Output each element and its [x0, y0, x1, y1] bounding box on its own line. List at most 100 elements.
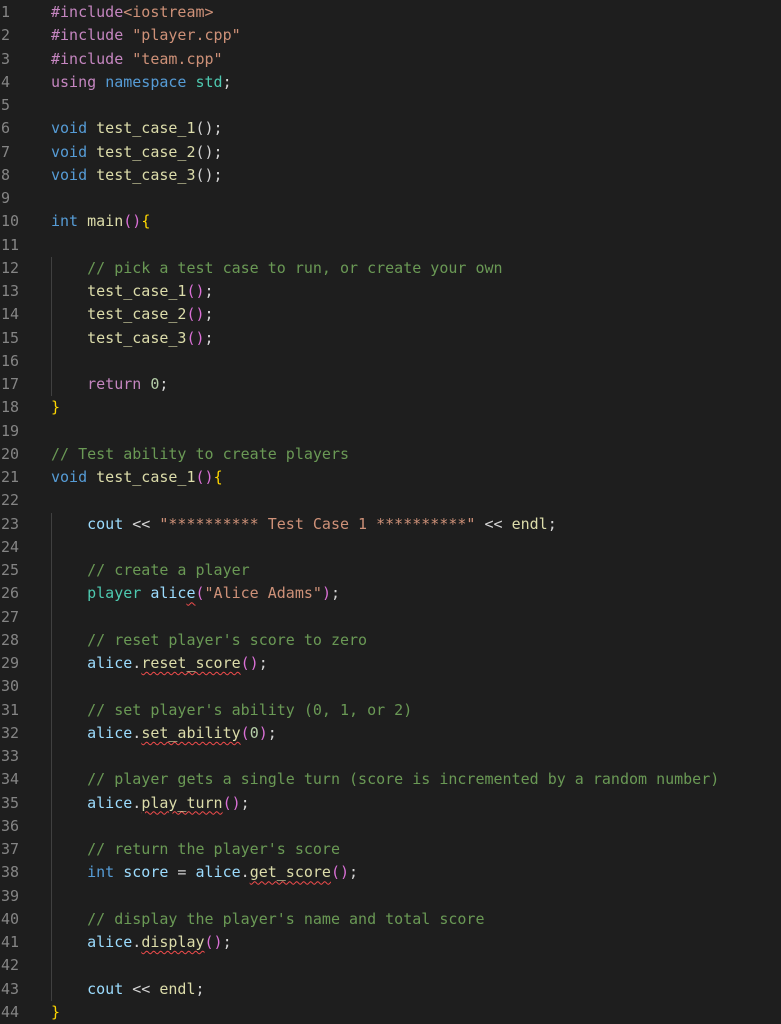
code-line[interactable]: 5	[0, 94, 781, 117]
code-token: int	[87, 863, 115, 882]
code-line[interactable]: 12 // pick a test case to run, or create…	[0, 257, 781, 280]
code-line[interactable]: 9	[0, 187, 781, 210]
code-token: =	[168, 863, 196, 882]
line-code: #include<iostream>	[51, 1, 214, 24]
code-token: ;	[547, 514, 557, 533]
code-line[interactable]: 34 // player gets a single turn (score i…	[0, 768, 781, 791]
code-line[interactable]: 17 return 0;	[0, 373, 781, 396]
code-line[interactable]: 3 #include "team.cpp"	[0, 48, 781, 71]
code-token: // Test ability to create players	[51, 444, 350, 463]
code-token: #include	[51, 26, 124, 45]
code-token: // return the player's score	[87, 840, 340, 858]
code-line[interactable]: 40 // display the player's name and tota…	[0, 908, 781, 931]
code-line[interactable]: 30	[0, 675, 781, 698]
code-line[interactable]: 1 #include<iostream>	[0, 1, 781, 24]
code-token: (	[240, 723, 250, 742]
code-token: ()	[195, 468, 214, 486]
code-token: score	[123, 863, 169, 882]
code-token: ()	[204, 933, 223, 951]
code-line[interactable]: 2 #include "player.cpp"	[0, 24, 781, 47]
line-code: test_case_2();	[51, 303, 213, 326]
code-line[interactable]: 20 // Test ability to create players	[0, 443, 781, 466]
code-line[interactable]: 6 void test_case_1();	[0, 117, 781, 140]
code-line[interactable]: 11	[0, 234, 781, 257]
code-line[interactable]: 16	[0, 350, 781, 373]
line-code: cout << "********** Test Case 1 ********…	[51, 513, 557, 536]
line-code: void test_case_3();	[51, 164, 223, 187]
code-line[interactable]: 44}	[0, 1001, 781, 1024]
code-line[interactable]: 8 void test_case_3();	[0, 164, 781, 187]
code-line[interactable]: 31 // set player's ability (0, 1, or 2)	[0, 699, 781, 722]
code-token: ()	[186, 328, 205, 347]
line-number: 42	[1, 956, 20, 975]
line-code: player alice("Alice Adams");	[51, 582, 340, 605]
code-line[interactable]: 29 alice.reset_score();	[0, 652, 781, 675]
code-line[interactable]: 21 void test_case_1(){	[0, 466, 781, 489]
code-line[interactable]: 22	[0, 489, 781, 512]
error-token: set_ability	[141, 723, 241, 742]
code-token: void	[51, 142, 88, 161]
line-number: 19	[1, 421, 20, 440]
line-code: // return the player's score	[51, 838, 340, 861]
code-token: ();	[195, 165, 223, 184]
code-token: ;	[349, 863, 359, 882]
code-lines[interactable]: 1 #include<iostream> 2 #include "player.cpp…	[0, 1, 781, 1024]
code-line[interactable]: 37 // return the player's score	[0, 838, 781, 861]
line-number: 30	[1, 677, 20, 696]
code-line[interactable]: 7 void test_case_2();	[0, 141, 781, 164]
line-number: 40	[1, 909, 20, 928]
code-token: }	[51, 398, 61, 417]
code-line[interactable]: 14 test_case_2();	[0, 303, 781, 326]
code-line[interactable]: 24	[0, 536, 781, 559]
code-line[interactable]: 25 // create a player	[0, 559, 781, 582]
code-line[interactable]: 15 test_case_3();	[0, 327, 781, 350]
code-line[interactable]: 26 player alice("Alice Adams");	[0, 582, 781, 605]
code-token: <<	[123, 979, 160, 998]
code-line[interactable]: 19	[0, 420, 781, 443]
error-token: display	[141, 933, 205, 951]
code-line[interactable]: 10 int main(){	[0, 210, 781, 233]
line-number: 27	[1, 607, 20, 626]
code-token: ()	[240, 654, 259, 672]
code-token: ()	[123, 212, 142, 231]
code-line[interactable]: 33	[0, 745, 781, 768]
line-code: cout << endl;	[51, 978, 205, 1001]
line-code: alice.display();	[51, 931, 232, 954]
code-line[interactable]: 43 cout << endl;	[0, 978, 781, 1001]
line-number: 8	[1, 165, 11, 184]
code-token: ;	[267, 723, 277, 742]
code-token: ;	[330, 584, 340, 603]
code-line[interactable]: 35 alice.play_turn();	[0, 792, 781, 815]
code-token: ;	[222, 72, 232, 91]
code-line[interactable]: 18}	[0, 396, 781, 419]
code-token: void	[51, 165, 88, 184]
code-line[interactable]: 27	[0, 606, 781, 629]
code-line[interactable]: 36	[0, 815, 781, 838]
code-token: ;	[195, 979, 205, 998]
code-line[interactable]: 13 test_case_1();	[0, 280, 781, 303]
line-code: // reset player's score to zero	[51, 629, 367, 652]
line-number: 7	[1, 142, 11, 161]
code-line[interactable]: 41 alice.display();	[0, 931, 781, 954]
code-token: <<	[475, 514, 512, 533]
line-number: 13	[1, 282, 20, 300]
code-line[interactable]: 4 using namespace std;	[0, 71, 781, 94]
code-line[interactable]: 23 cout << "********** Test Case 1 *****…	[0, 513, 781, 536]
code-line[interactable]: 32 alice.set_ability(0);	[0, 722, 781, 745]
code-token: .	[132, 654, 142, 672]
code-line[interactable]: 39	[0, 885, 781, 908]
code-line[interactable]: 28 // reset player's score to zero	[0, 629, 781, 652]
code-line[interactable]: 42	[0, 954, 781, 977]
code-editor[interactable]: 1 #include<iostream> 2 #include "player.cpp…	[0, 1, 781, 1024]
code-token: alice	[87, 793, 133, 812]
code-line[interactable]: 38 int score = alice.get_score();	[0, 861, 781, 884]
